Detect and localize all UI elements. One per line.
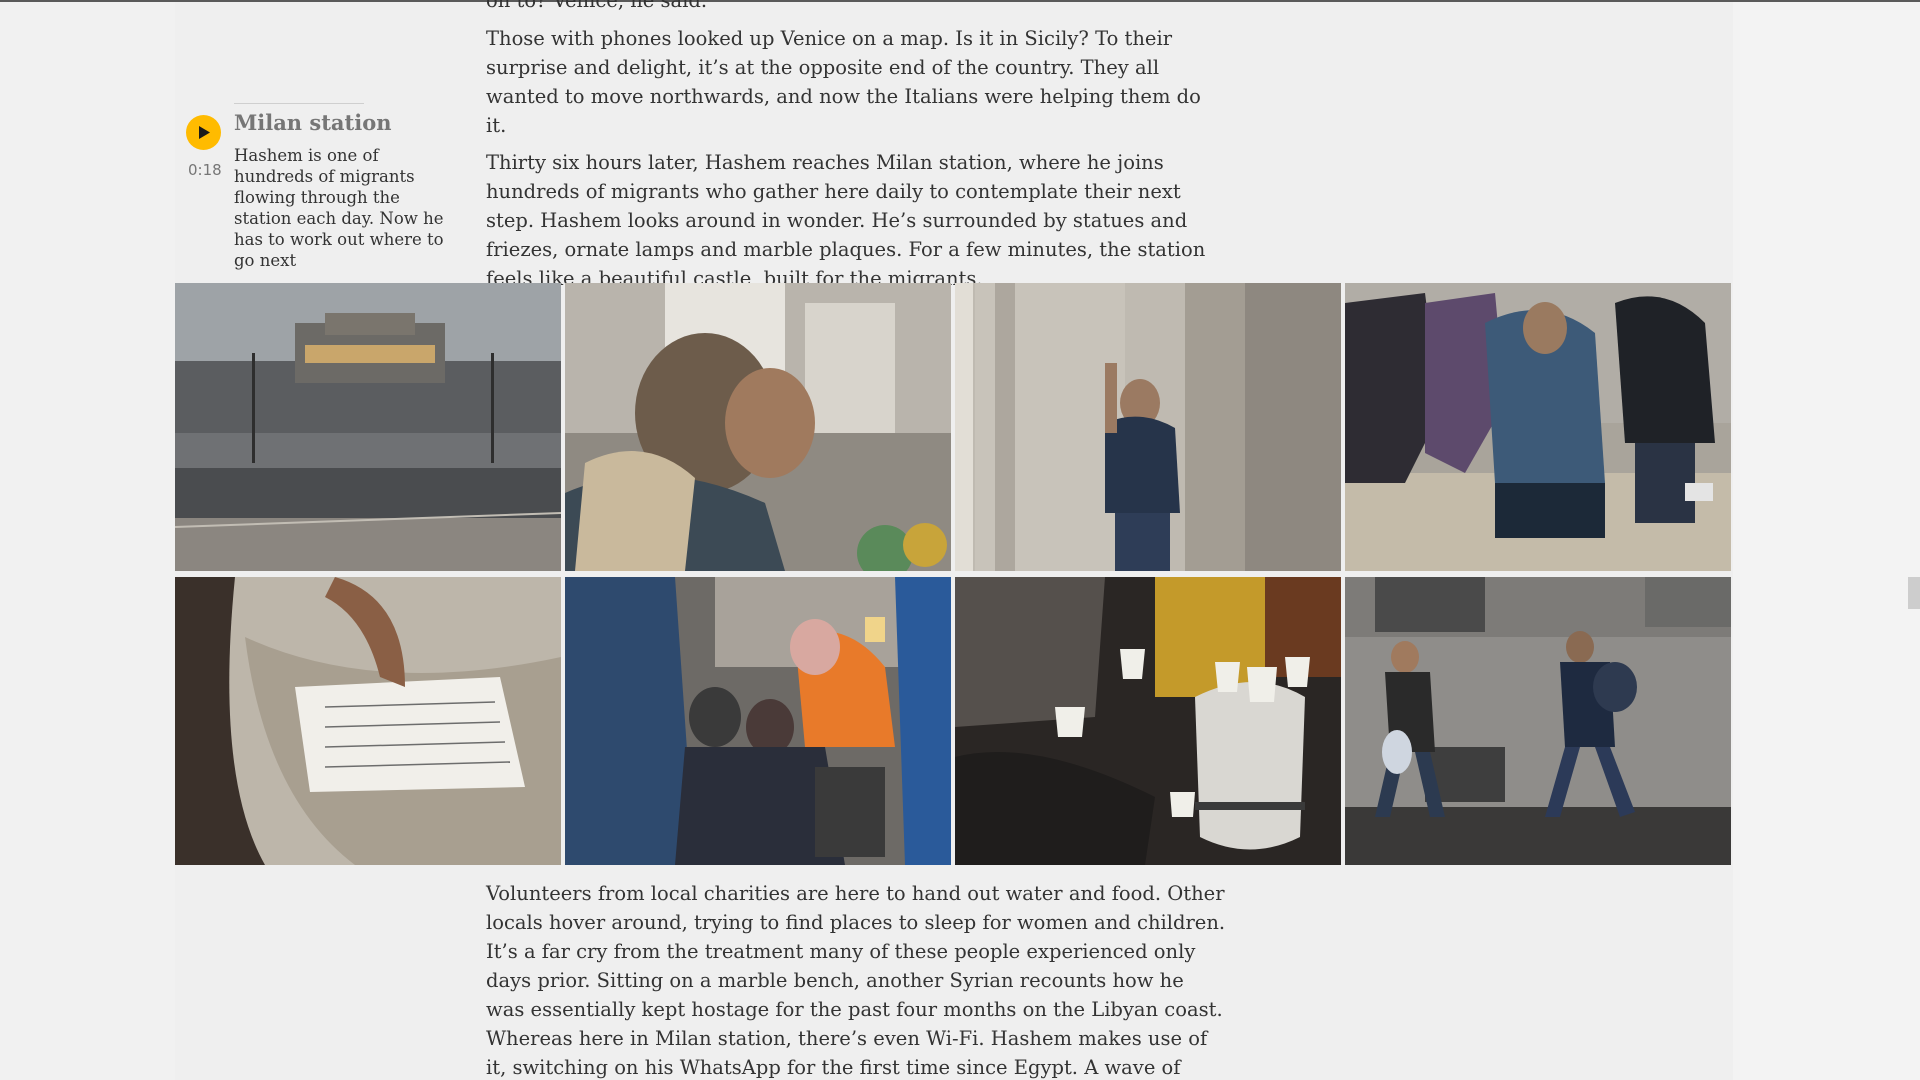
audio-clip: 0:18 Milan station Hashem is one of hund…: [186, 103, 446, 273]
photo-man-covering-face[interactable]: [565, 283, 951, 571]
photo-men-walking-in-street[interactable]: [1345, 577, 1731, 865]
photo-handwritten-note[interactable]: [175, 577, 561, 865]
scrollbar-thumb[interactable]: [1908, 577, 1920, 609]
audio-title: Milan station: [234, 110, 392, 135]
photo-volunteer-with-children[interactable]: [565, 577, 951, 865]
paragraph: Volunteers from local charities are here…: [486, 882, 1226, 1079]
play-button[interactable]: [186, 115, 221, 150]
photo-men-sitting-on-bench[interactable]: [1345, 283, 1731, 571]
right-gutter: [1733, 2, 1920, 1080]
paragraph: Those with phones looked up Venice on a …: [486, 27, 1201, 137]
photo-cups-of-tea[interactable]: [955, 577, 1341, 865]
paragraph: Thirty six hours later, Hashem reaches M…: [486, 151, 1206, 290]
article-body-bottom: Volunteers from local charities are here…: [486, 879, 1226, 1080]
audio-duration: 0:18: [188, 161, 222, 179]
photo-milan-station-exterior[interactable]: [175, 283, 561, 571]
article-body-top: Those with phones looked up Venice on a …: [486, 24, 1226, 301]
divider: [234, 103, 364, 104]
cut-off-line: on to? Venice, he said.: [486, 0, 708, 12]
audio-caption: Hashem is one of hundreds of migrants fl…: [234, 146, 444, 270]
photo-man-leaning-on-column[interactable]: [955, 283, 1341, 571]
photo-gallery: [175, 283, 1733, 866]
play-icon: [199, 126, 210, 139]
